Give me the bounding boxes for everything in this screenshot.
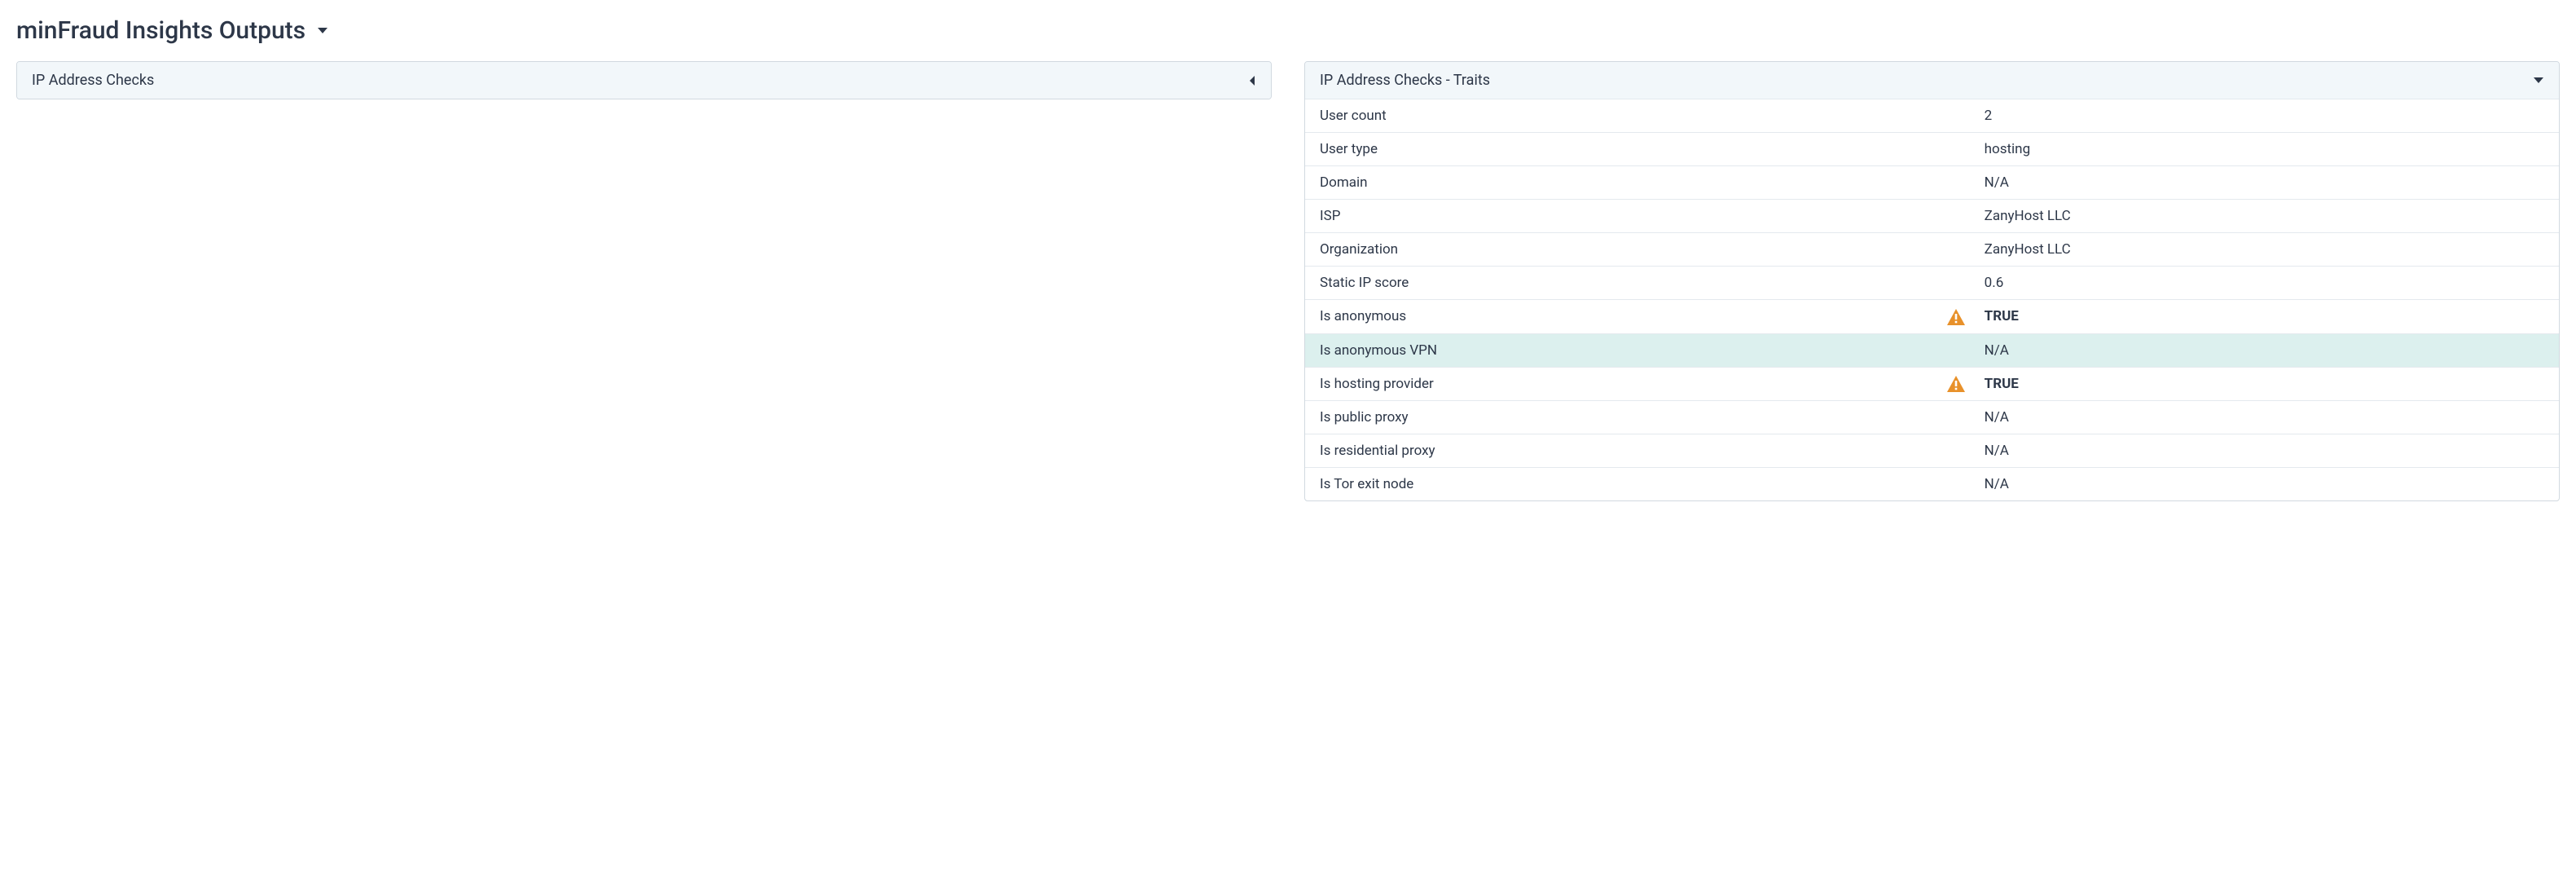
traits-row: Domain N/A [1305, 166, 2559, 200]
traits-row-value: TRUE [1970, 300, 2559, 334]
traits-row-value: ZanyHost LLC [1970, 233, 2559, 267]
traits-row-label: Static IP score [1305, 267, 1894, 300]
ip-address-checks-title: IP Address Checks [32, 72, 154, 89]
traits-row-value: N/A [1970, 401, 2559, 434]
traits-row-value: N/A [1970, 333, 2559, 367]
ip-address-checks-traits-panel: IP Address Checks - Traits User count2Us… [1304, 61, 2560, 501]
traits-row: Is Tor exit node N/A [1305, 468, 2559, 501]
traits-row-value: N/A [1970, 166, 2559, 200]
traits-row-label: Is residential proxy [1305, 434, 1894, 468]
caret-down-icon [317, 27, 328, 35]
traits-row-value: ZanyHost LLC [1970, 200, 2559, 233]
traits-row-label: Is hosting provider [1305, 367, 1894, 401]
traits-row-label: Is Tor exit node [1305, 468, 1894, 501]
traits-row-icon-cell [1894, 267, 1969, 300]
traits-row-label: Is anonymous VPN [1305, 333, 1894, 367]
traits-row-icon-cell [1894, 133, 1969, 166]
traits-row-icon-cell [1894, 468, 1969, 501]
traits-row: Is hosting provider TRUE [1305, 367, 2559, 401]
traits-row-icon-cell [1894, 233, 1969, 267]
traits-row: Is anonymous VPN N/A [1305, 333, 2559, 367]
layout-columns: IP Address Checks IP Address Checks - Tr… [16, 61, 2560, 501]
traits-table: User count 2 User type hosting Domain N/A ISP Z… [1305, 99, 2559, 500]
traits-row-icon-cell [1894, 367, 1969, 401]
traits-row: ISP ZanyHost LLC [1305, 200, 2559, 233]
traits-row-label: ISP [1305, 200, 1894, 233]
traits-row-value: TRUE [1970, 367, 2559, 401]
ip-address-checks-header[interactable]: IP Address Checks [17, 62, 1271, 99]
traits-row-label: User count [1305, 99, 1894, 133]
right-column: IP Address Checks - Traits User count2Us… [1304, 61, 2560, 501]
traits-row: Is anonymous TRUE [1305, 300, 2559, 334]
traits-row-label: Is anonymous [1305, 300, 1894, 334]
traits-row: Is residential proxy N/A [1305, 434, 2559, 468]
caret-down-icon [2533, 77, 2544, 85]
traits-row-icon-cell [1894, 200, 1969, 233]
warning-icon [1947, 376, 1965, 392]
traits-row: User count 2 [1305, 99, 2559, 133]
traits-row: Static IP score 0.6 [1305, 267, 2559, 300]
traits-row-value: hosting [1970, 133, 2559, 166]
caret-left-icon [1248, 75, 1256, 86]
traits-row-value: 2 [1970, 99, 2559, 133]
ip-address-checks-traits-title: IP Address Checks - Traits [1320, 72, 1490, 89]
traits-row-label: Is public proxy [1305, 401, 1894, 434]
traits-row: User type hosting [1305, 133, 2559, 166]
traits-row-icon-cell [1894, 401, 1969, 434]
page-title[interactable]: minFraud Insights Outputs [16, 16, 2560, 45]
traits-row: Is public proxy N/A [1305, 401, 2559, 434]
traits-row-icon-cell [1894, 99, 1969, 133]
ip-address-checks-panel: IP Address Checks [16, 61, 1272, 99]
traits-row-icon-cell [1894, 166, 1969, 200]
left-column: IP Address Checks [16, 61, 1272, 501]
ip-address-checks-traits-header[interactable]: IP Address Checks - Traits [1305, 62, 2559, 99]
traits-row-value: N/A [1970, 434, 2559, 468]
traits-row-icon-cell [1894, 434, 1969, 468]
warning-icon [1947, 309, 1965, 325]
traits-row-icon-cell [1894, 333, 1969, 367]
traits-row-icon-cell [1894, 300, 1969, 334]
traits-row-value: N/A [1970, 468, 2559, 501]
traits-row-value: 0.6 [1970, 267, 2559, 300]
traits-row: Organization ZanyHost LLC [1305, 233, 2559, 267]
traits-row-label: User type [1305, 133, 1894, 166]
traits-row-label: Domain [1305, 166, 1894, 200]
page-title-text: minFraud Insights Outputs [16, 16, 306, 45]
traits-row-label: Organization [1305, 233, 1894, 267]
